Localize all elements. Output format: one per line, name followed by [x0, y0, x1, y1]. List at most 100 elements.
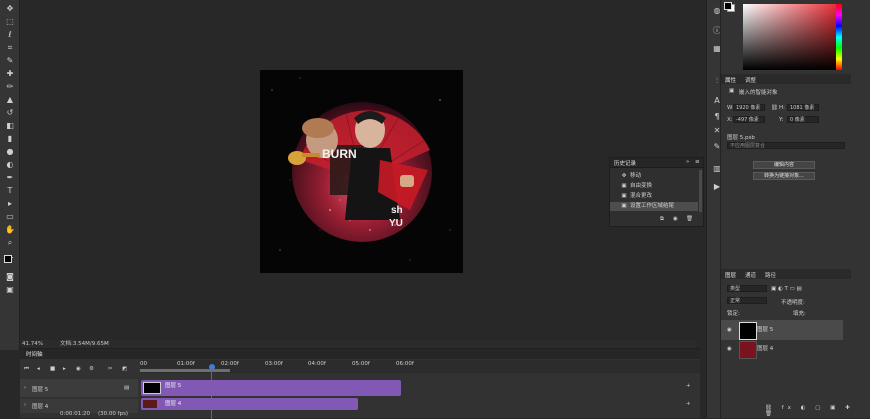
y-field[interactable]: 0 像素: [787, 116, 819, 123]
first-frame-icon[interactable]: ⏮: [24, 366, 29, 373]
layer-thumbnail: [739, 322, 757, 340]
move-icon: ✥: [621, 173, 627, 179]
layer-row-selected[interactable]: ◉ 图层 5: [721, 320, 843, 340]
paths-tab[interactable]: 路径: [765, 271, 776, 279]
zoom-level[interactable]: 41.74%: [22, 340, 43, 348]
blur-tool-icon[interactable]: ●: [3, 147, 17, 156]
layer-action-icons[interactable]: ⛓ fx ◐ ▢ ▣ ✚ 🗑: [765, 405, 870, 417]
ruler-label: 05:00f: [352, 361, 370, 367]
lock-label: 锁定:: [727, 311, 740, 317]
path-select-icon[interactable]: ▸: [3, 199, 17, 208]
ruler-label: 01:00f: [177, 361, 195, 367]
snapshot-icon[interactable]: ◉: [673, 216, 678, 222]
video-clip[interactable]: 图层 5: [141, 380, 401, 396]
filter-icons[interactable]: ▣ ◐ T ▭ ▤: [771, 286, 802, 292]
history-item[interactable]: ▣ 自由变换: [610, 182, 698, 191]
add-media-icon[interactable]: +: [686, 383, 691, 389]
layer-name: 图层 4: [757, 346, 774, 352]
new-document-from-state-icon[interactable]: ⧉: [660, 216, 664, 223]
audio-icon[interactable]: ◉: [76, 366, 81, 372]
history-item-label: 移动: [630, 173, 642, 179]
screen-mode-icon[interactable]: ▣: [3, 285, 17, 294]
marquee-tool-icon[interactable]: ⬚: [3, 17, 17, 26]
file-name: 图层 5.psb: [727, 135, 755, 141]
layer-filter-select[interactable]: 类型: [727, 285, 767, 292]
work-area-bar[interactable]: [140, 369, 230, 372]
history-item-label: 混合更改: [630, 193, 653, 199]
width-field[interactable]: 1920 像素: [733, 104, 765, 111]
foreground-color-swatch[interactable]: [4, 255, 12, 263]
layers-tab[interactable]: 图层: [725, 271, 736, 279]
status-bar: 41.74% 文档:3.54M/9.65M ›: [20, 340, 696, 348]
properties-tab[interactable]: 属性: [725, 76, 736, 84]
layer-comp-select[interactable]: 不应用图层复合: [727, 142, 845, 149]
height-field[interactable]: 1081 像素: [787, 104, 819, 111]
timeline-tab[interactable]: 时间轴: [26, 350, 43, 358]
hue-slider[interactable]: [836, 4, 842, 70]
visibility-eye-icon[interactable]: ◉: [727, 339, 732, 359]
history-tab[interactable]: 历史记录: [614, 159, 636, 167]
clip-thumbnail: [143, 382, 161, 394]
transition-icon[interactable]: ◩: [122, 366, 127, 372]
visibility-eye-icon[interactable]: ◉: [727, 320, 732, 340]
brush-tool-icon[interactable]: ✏: [3, 82, 17, 91]
color-picker-field[interactable]: [743, 4, 841, 70]
smart-object-icon: ▣: [729, 88, 735, 94]
transform-icon: ▣: [621, 183, 627, 189]
eraser-tool-icon[interactable]: ◧: [3, 121, 17, 130]
video-clip[interactable]: 图层 4: [141, 398, 358, 410]
lasso-tool-icon[interactable]: ℓ: [3, 30, 17, 39]
next-frame-icon[interactable]: ▸: [63, 366, 66, 372]
type-tool-icon[interactable]: T: [3, 186, 17, 195]
track-header[interactable]: › 图层 5 ▤: [20, 379, 138, 397]
history-item[interactable]: ▣ 混合更改: [610, 192, 698, 201]
x-field[interactable]: -497 像素: [733, 116, 765, 123]
track-name: 图层 4: [32, 404, 49, 410]
edit-contents-button[interactable]: 编辑内容: [753, 161, 815, 169]
healing-tool-icon[interactable]: ✚: [3, 69, 17, 78]
link-icon[interactable]: ⛓: [771, 105, 778, 111]
split-icon[interactable]: ✂: [108, 366, 113, 372]
crop-tool-icon[interactable]: ⌗: [3, 43, 17, 52]
opacity-label: 不透明度:: [781, 300, 805, 306]
status-arrow-icon[interactable]: ›: [104, 340, 106, 348]
color-swatch[interactable]: [724, 2, 732, 10]
blend-mode-select[interactable]: 正常: [727, 297, 767, 304]
document-canvas[interactable]: BURN sh YU: [260, 70, 463, 273]
channels-tab[interactable]: 通道: [745, 271, 756, 279]
quick-mask-icon[interactable]: ◙: [3, 272, 17, 281]
time-ruler[interactable]: 00 01:00f 02:00f 03:00f 04:00f 05:00f 06…: [140, 360, 700, 373]
stop-icon[interactable]: ■: [50, 366, 55, 372]
film-icon[interactable]: ▤: [124, 385, 129, 391]
playhead-handle[interactable]: [209, 364, 215, 370]
history-scrollbar[interactable]: [699, 170, 702, 212]
expand-arrow-icon[interactable]: ›: [24, 385, 26, 391]
history-item-selected[interactable]: ▣ 设置工作区域结尾: [610, 202, 698, 211]
adjustments-tab[interactable]: 调整: [745, 76, 756, 84]
convert-to-linked-button[interactable]: 转换为链接对象...: [753, 172, 815, 180]
eyedropper-tool-icon[interactable]: ✎: [3, 56, 17, 65]
prev-frame-icon[interactable]: ◂: [37, 366, 40, 372]
stamp-tool-icon[interactable]: ▲: [3, 95, 17, 104]
trash-icon[interactable]: 🗑: [686, 216, 693, 222]
pen-tool-icon[interactable]: ✒: [3, 173, 17, 182]
shape-tool-icon[interactable]: ▭: [3, 212, 17, 221]
panel-icon-strip: ◍ ⓘ ▦ ⫶ A ¶ ✕ ✎ ▥ ▶: [706, 0, 721, 418]
gradient-tool-icon[interactable]: ▮: [3, 134, 17, 143]
settings-icon[interactable]: ⚙: [89, 366, 94, 372]
collapse-icon[interactable]: »: [686, 159, 689, 165]
dodge-tool-icon[interactable]: ◐: [3, 160, 17, 169]
panel-menu-icon[interactable]: ≡: [695, 159, 700, 165]
history-item[interactable]: ✥ 移动: [610, 172, 698, 181]
properties-header: 属性 调整: [721, 74, 851, 84]
history-brush-icon[interactable]: ↺: [3, 108, 17, 117]
expand-arrow-icon[interactable]: ›: [24, 402, 26, 408]
add-track-icon[interactable]: +: [686, 401, 691, 407]
timeline-panel: 时间轴 ⏮ ◂ ■ ▸ ◉ ⚙ ✂ ◩ 00 01:00f 02:00f 03:…: [20, 348, 700, 419]
move-tool-icon[interactable]: ✥: [3, 4, 17, 13]
layer-thumbnail: [739, 341, 757, 359]
zoom-tool-icon[interactable]: ⌕: [3, 238, 17, 247]
layer-row[interactable]: ◉ 图层 4: [721, 339, 843, 359]
document-size[interactable]: 文档:3.54M/9.65M: [60, 340, 109, 348]
hand-tool-icon[interactable]: ✋: [3, 225, 17, 234]
